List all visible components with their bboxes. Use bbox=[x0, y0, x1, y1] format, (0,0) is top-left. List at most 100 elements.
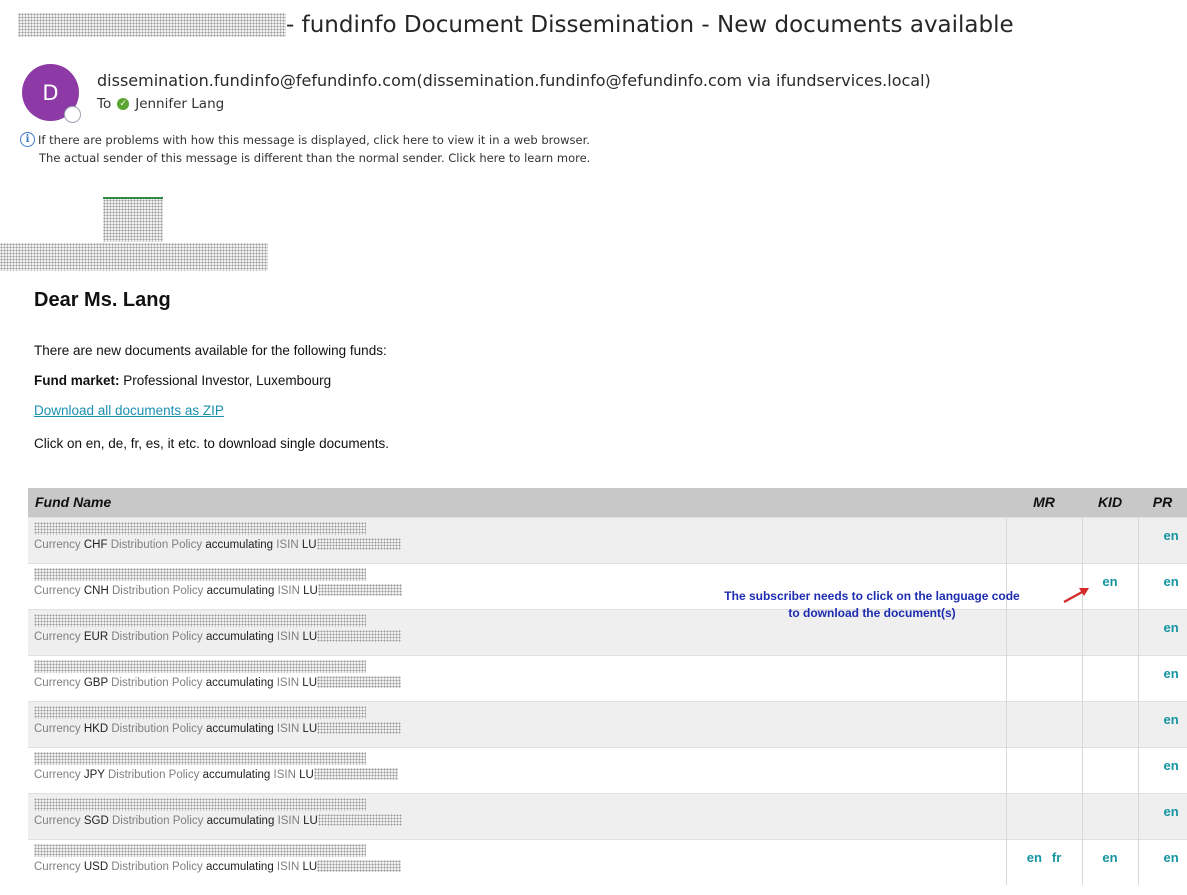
currency-value: JPY bbox=[83, 768, 105, 781]
kid-cell bbox=[1081, 746, 1138, 793]
isin-label: ISIN bbox=[276, 538, 299, 551]
redacted-isin bbox=[317, 813, 402, 826]
language-link-pr[interactable]: en bbox=[1164, 574, 1179, 589]
policy-label: Distribution Policy bbox=[111, 584, 204, 597]
info-icon: i bbox=[20, 132, 35, 147]
table-row: Currency JPY Distribution Policy accumul… bbox=[28, 746, 1187, 793]
language-link-pr[interactable]: en bbox=[1164, 850, 1179, 865]
annotation-arrow-icon bbox=[1063, 588, 1089, 604]
policy-label: Distribution Policy bbox=[111, 860, 203, 873]
table-row: Currency CHF Distribution Policy accumul… bbox=[28, 516, 1187, 563]
kid-cell bbox=[1081, 792, 1138, 839]
policy-label: Distribution Policy bbox=[110, 538, 203, 551]
pr-cell: en bbox=[1137, 700, 1187, 747]
kid-cell bbox=[1081, 654, 1138, 701]
currency-value: CHF bbox=[83, 538, 108, 551]
fund-meta: Currency USD Distribution Policy accumul… bbox=[34, 859, 1006, 873]
language-link-pr[interactable]: en bbox=[1164, 758, 1179, 773]
currency-label: Currency bbox=[34, 860, 81, 873]
redacted-banner bbox=[0, 243, 268, 271]
kid-cell bbox=[1081, 516, 1138, 563]
isin-label: ISIN bbox=[276, 676, 300, 689]
recipient-line: To ✓ Jennifer Lang bbox=[97, 96, 224, 112]
fund-meta: Currency EUR Distribution Policy accumul… bbox=[34, 629, 1006, 643]
language-link-kid[interactable]: en bbox=[1102, 574, 1117, 589]
instruction-text: Click on en, de, fr, es, it etc. to down… bbox=[34, 436, 389, 451]
mr-cell bbox=[1005, 654, 1082, 701]
language-link-kid[interactable]: en bbox=[1102, 850, 1117, 865]
language-link-mr[interactable]: fr bbox=[1052, 850, 1061, 865]
fund-name-cell: Currency CHF Distribution Policy accumul… bbox=[28, 516, 1006, 563]
currency-value: EUR bbox=[83, 630, 109, 643]
greeting: Dear Ms. Lang bbox=[34, 289, 171, 311]
policy-label: Distribution Policy bbox=[111, 630, 203, 643]
fund-meta: Currency CHF Distribution Policy accumul… bbox=[34, 537, 1006, 551]
isin-prefix: LU bbox=[299, 768, 314, 781]
fund-market-value: Professional Investor, Luxembourg bbox=[123, 373, 332, 388]
isin-label: ISIN bbox=[277, 584, 300, 597]
intro-text: There are new documents available for th… bbox=[34, 343, 387, 358]
table-row: Currency GBP Distribution Policy accumul… bbox=[28, 654, 1187, 701]
currency-value: USD bbox=[83, 860, 109, 873]
isin-label: ISIN bbox=[276, 722, 300, 735]
fund-meta: Currency JPY Distribution Policy accumul… bbox=[34, 767, 1006, 781]
policy-value: accumulating bbox=[205, 538, 274, 551]
to-label: To bbox=[97, 96, 112, 112]
fund-market-label: Fund market: bbox=[34, 373, 120, 388]
redacted-fund-title bbox=[34, 659, 366, 673]
fund-table: Fund Name MR KID PR Currency CHF Distrib… bbox=[28, 488, 1187, 885]
isin-label: ISIN bbox=[273, 768, 296, 781]
header-mr: MR bbox=[1006, 488, 1082, 517]
table-row: Currency USD Distribution Policy accumul… bbox=[28, 838, 1187, 885]
redacted-fund-title bbox=[34, 797, 366, 811]
download-zip-link[interactable]: Download all documents as ZIP bbox=[34, 403, 224, 418]
pr-cell: en bbox=[1137, 838, 1187, 885]
sender-address[interactable]: dissemination.fundinfo@fefundinfo.com(di… bbox=[97, 71, 931, 90]
redacted-fund-title bbox=[34, 613, 366, 627]
language-link-pr[interactable]: en bbox=[1164, 804, 1179, 819]
currency-value: SGD bbox=[83, 814, 109, 827]
header-fund-name: Fund Name bbox=[28, 488, 1006, 517]
redacted-isin bbox=[317, 675, 401, 688]
policy-value: accumulating bbox=[205, 676, 274, 689]
recipient-name[interactable]: Jennifer Lang bbox=[135, 96, 224, 112]
presence-status-icon bbox=[64, 106, 81, 123]
isin-label: ISIN bbox=[277, 814, 300, 827]
pr-cell: en bbox=[1137, 792, 1187, 839]
sender-warning-notice[interactable]: The actual sender of this message is dif… bbox=[39, 151, 590, 165]
redacted-fund-title bbox=[34, 705, 366, 719]
pr-cell: en bbox=[1137, 516, 1187, 563]
pr-cell: en bbox=[1137, 746, 1187, 793]
mr-cell bbox=[1005, 700, 1082, 747]
fund-meta: Currency SGD Distribution Policy accumul… bbox=[34, 813, 1006, 827]
currency-label: Currency bbox=[34, 814, 81, 827]
fund-meta: Currency HKD Distribution Policy accumul… bbox=[34, 721, 1006, 735]
mr-cell bbox=[1005, 792, 1082, 839]
fund-name-cell: Currency HKD Distribution Policy accumul… bbox=[28, 700, 1006, 747]
redacted-fund-title bbox=[34, 751, 366, 765]
currency-label: Currency bbox=[34, 630, 81, 643]
isin-prefix: LU bbox=[303, 584, 318, 597]
redacted-isin bbox=[317, 583, 402, 596]
email-subject: - fundinfo Document Dissemination - New … bbox=[18, 8, 1014, 42]
currency-value: GBP bbox=[83, 676, 108, 689]
table-row: Currency HKD Distribution Policy accumul… bbox=[28, 700, 1187, 747]
language-link-pr[interactable]: en bbox=[1164, 712, 1179, 727]
currency-label: Currency bbox=[34, 768, 81, 781]
kid-cell bbox=[1081, 608, 1138, 655]
language-link-pr[interactable]: en bbox=[1164, 620, 1179, 635]
fund-name-cell: Currency JPY Distribution Policy accumul… bbox=[28, 746, 1006, 793]
language-link-mr[interactable]: en bbox=[1027, 850, 1042, 865]
language-link-pr[interactable]: en bbox=[1164, 666, 1179, 681]
display-problem-notice[interactable]: If there are problems with how this mess… bbox=[38, 133, 590, 147]
language-link-pr[interactable]: en bbox=[1164, 528, 1179, 543]
currency-label: Currency bbox=[34, 538, 81, 551]
redacted-isin bbox=[317, 859, 402, 872]
fund-meta: Currency GBP Distribution Policy accumul… bbox=[34, 675, 1006, 689]
isin-prefix: LU bbox=[302, 722, 318, 735]
redacted-fund-title bbox=[34, 521, 366, 535]
fund-rows: Currency CHF Distribution Policy accumul… bbox=[28, 516, 1187, 885]
redacted-isin bbox=[317, 721, 402, 734]
currency-label: Currency bbox=[34, 722, 81, 735]
fund-name-cell: Currency GBP Distribution Policy accumul… bbox=[28, 654, 1006, 701]
